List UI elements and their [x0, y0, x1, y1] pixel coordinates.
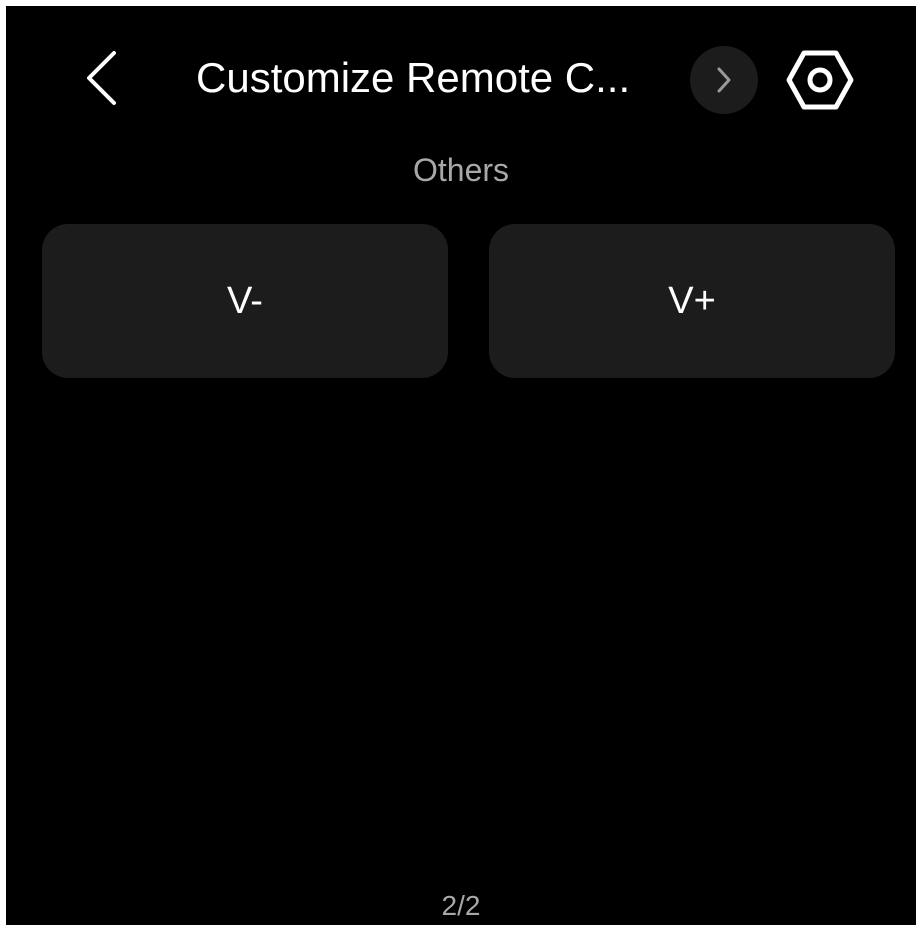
header-bar: Customize Remote C... [6, 6, 916, 146]
remote-screen: Customize Remote C... Others V- V+ 2/2 [6, 6, 916, 925]
volume-up-label: V+ [668, 279, 716, 322]
volume-down-button[interactable]: V- [42, 224, 448, 378]
back-button[interactable] [76, 46, 126, 110]
volume-up-button[interactable]: V+ [489, 224, 895, 378]
page-indicator: 2/2 [441, 890, 481, 921]
section-label: Others [412, 152, 510, 188]
settings-button[interactable] [782, 44, 858, 116]
hexagon-settings-icon [786, 50, 854, 110]
volume-down-label: V- [227, 279, 263, 322]
chevron-left-icon [87, 51, 116, 105]
page-title: Customize Remote C... [196, 54, 631, 101]
chevron-right-icon [717, 67, 731, 93]
next-button[interactable] [690, 46, 758, 114]
